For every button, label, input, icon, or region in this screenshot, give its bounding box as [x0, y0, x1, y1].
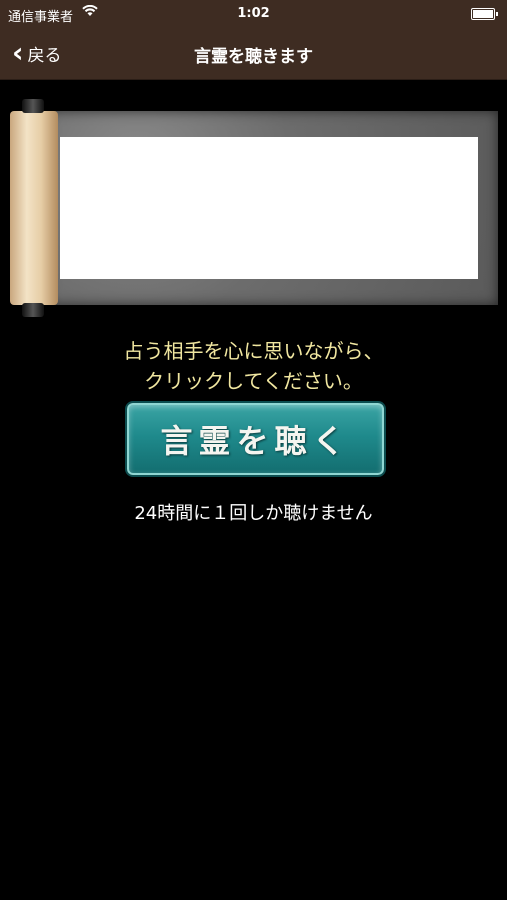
scroll-paper — [60, 137, 478, 279]
listen-button[interactable]: 言霊を聴く — [127, 403, 384, 475]
page-title: 言霊を聴きます — [194, 47, 313, 67]
question-text: 別れたあの人は今、幸せ？ 不幸せ？ — [64, 84, 423, 109]
scroll-rod-end — [22, 99, 44, 113]
scroll-rod — [10, 111, 58, 305]
instruction-text: 占う相手を心に思いながら、 クリックしてください。 — [0, 336, 507, 396]
battery-icon — [471, 8, 498, 20]
navigation-bar: ‹ 戻る 言霊を聴きます — [0, 27, 507, 80]
status-bar: 通信事業者 1:02 — [0, 0, 507, 27]
instruction-line-1: 占う相手を心に思いながら、 — [123, 339, 384, 363]
limit-note: 24時間に１回しか聴けません — [134, 503, 373, 524]
scroll-rod-end — [22, 303, 44, 317]
clock: 1:02 — [237, 6, 270, 21]
instruction-line-2: クリックしてください。 — [144, 369, 363, 393]
question-scroll — [8, 97, 498, 322]
